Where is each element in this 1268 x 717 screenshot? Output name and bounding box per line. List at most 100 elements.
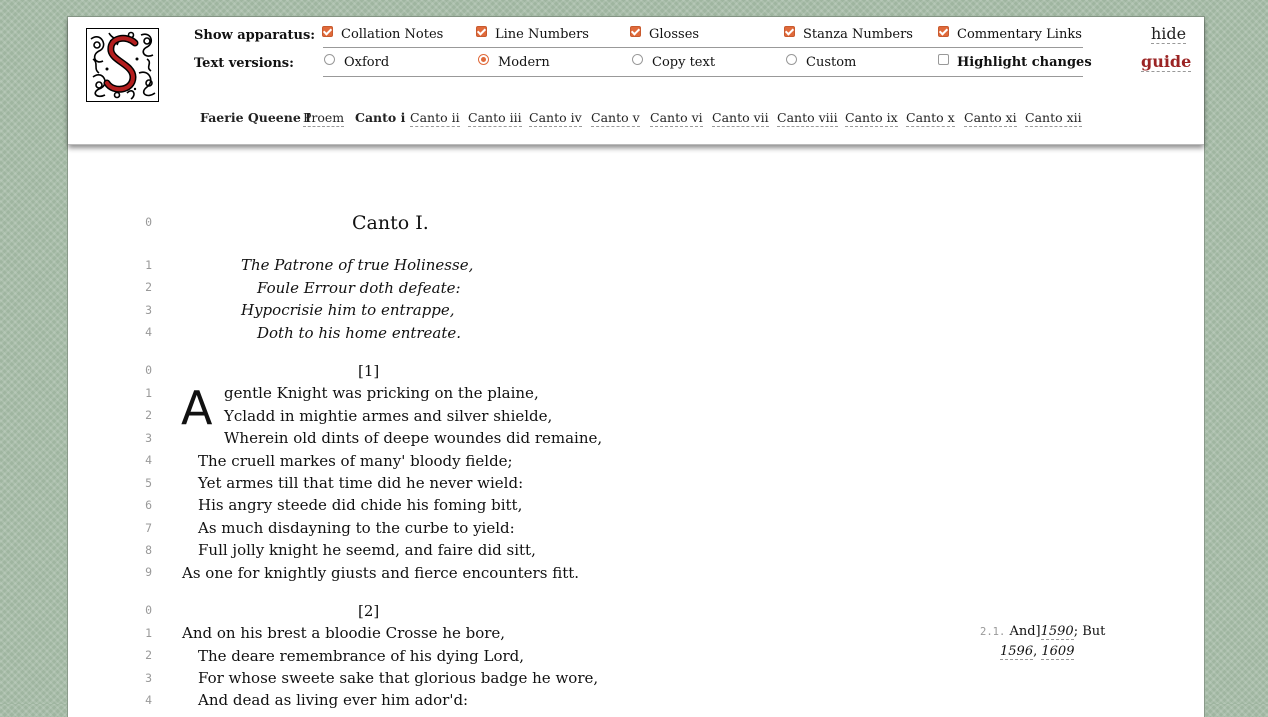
page: Show apparatus: Collation Notes Line Num… (67, 16, 1205, 717)
stanza-number: [2] (358, 602, 380, 620)
commentary-links-label: Commentary Links (957, 27, 1082, 42)
verse-line: Wherein old dints of deepe woundes did r… (224, 429, 603, 447)
copy-text-radio[interactable]: Copy text (632, 54, 716, 70)
control-panel: Show apparatus: Collation Notes Line Num… (68, 17, 1204, 145)
nav-book-title: Faerie Queene I (200, 110, 312, 125)
checkbox-checked-icon[interactable] (476, 26, 487, 37)
radio-icon[interactable] (632, 54, 643, 65)
checkbox-unchecked-icon[interactable] (938, 54, 949, 65)
line-number: 8 (145, 543, 152, 557)
glosses-checkbox[interactable]: Glosses (630, 26, 700, 42)
nav-canto-x[interactable]: Canto x (906, 110, 955, 127)
stanza-numbers-label: Stanza Numbers (803, 27, 913, 42)
verse-line: And dead as living ever him ador'd: (198, 691, 469, 709)
radio-icon[interactable] (786, 54, 797, 65)
decorated-initial-s-logo (86, 28, 159, 102)
verse-line: His angry steede did chide his foming bi… (198, 496, 523, 514)
canto-title: Canto I. (352, 212, 429, 234)
divider (323, 47, 1083, 48)
line-number: 3 (145, 671, 152, 685)
nav-canto-xi[interactable]: Canto xi (964, 110, 1017, 127)
line-numbers-label: Line Numbers (495, 27, 589, 42)
note-reading: But (1082, 624, 1106, 639)
witness-link[interactable]: 1609 (1041, 644, 1075, 660)
note-lemma: And] (1009, 624, 1041, 639)
nav-canto-v[interactable]: Canto v (591, 110, 640, 127)
line-number: 9 (145, 565, 152, 579)
verse-line: And on his brest a bloodie Crosse he bor… (182, 624, 506, 642)
nav-proem[interactable]: Proem (303, 110, 345, 127)
nav-canto-ix[interactable]: Canto ix (845, 110, 898, 127)
drop-cap: A (181, 381, 213, 435)
verse-line: The deare remembrance of his dying Lord, (198, 647, 525, 665)
checkbox-checked-icon[interactable] (322, 26, 333, 37)
oxford-radio[interactable]: Oxford (324, 54, 390, 70)
line-number: 2 (145, 408, 152, 422)
line-number: 3 (145, 303, 152, 317)
line-number: 2 (145, 648, 152, 662)
modern-label: Modern (498, 55, 550, 70)
line-number: 7 (145, 521, 152, 535)
commentary-links-checkbox[interactable]: Commentary Links (938, 26, 1082, 42)
verse-line: The cruell markes of many' bloody fielde… (198, 452, 513, 470)
radio-icon[interactable] (324, 54, 335, 65)
collation-notes-label: Collation Notes (341, 27, 444, 42)
nav-canto-xii[interactable]: Canto xii (1025, 110, 1082, 127)
collation-notes-checkbox[interactable]: Collation Notes (322, 26, 444, 42)
nav-canto-iii[interactable]: Canto iii (468, 110, 522, 127)
line-number: 1 (145, 258, 152, 272)
nav-canto-viii[interactable]: Canto viii (777, 110, 838, 127)
radio-selected-icon[interactable] (478, 54, 489, 65)
note-comma: , (1033, 644, 1038, 659)
line-numbers-checkbox[interactable]: Line Numbers (476, 26, 589, 42)
checkbox-checked-icon[interactable] (630, 26, 641, 37)
witness-link[interactable]: 1590 (1040, 624, 1074, 640)
custom-label: Custom (806, 55, 857, 70)
hide-link[interactable]: hide (1151, 25, 1187, 44)
divider (323, 76, 1083, 77)
verse-line: As one for knightly giusts and fierce en… (182, 564, 580, 582)
argument-line: The Patrone of true Holinesse, (241, 256, 474, 274)
witness-link[interactable]: 1596 (1000, 644, 1034, 660)
verse-line: Ycladd in mightie armes and silver shiel… (224, 407, 553, 425)
verse-line: gentle Knight was pricking on the plaine… (224, 384, 539, 402)
nav-canto-iv[interactable]: Canto iv (529, 110, 582, 127)
line-number: 2 (145, 280, 152, 294)
oxford-label: Oxford (344, 55, 390, 70)
custom-radio[interactable]: Custom (786, 54, 857, 70)
guide-link[interactable]: guide (1141, 53, 1192, 72)
nav-canto-i-current: Canto i (355, 110, 406, 125)
copy-text-label: Copy text (652, 55, 716, 70)
line-number: 0 (145, 215, 152, 229)
checkbox-checked-icon[interactable] (784, 26, 795, 37)
line-number: 0 (145, 363, 152, 377)
argument-line: Doth to his home entreate. (257, 324, 462, 342)
note-reference: 2.1. (980, 626, 1006, 638)
line-number: 1 (145, 386, 152, 400)
note-separator: ; (1073, 624, 1079, 639)
line-number: 5 (145, 476, 152, 490)
stanza-numbers-checkbox[interactable]: Stanza Numbers (784, 26, 913, 42)
text-versions-label: Text versions: (194, 56, 294, 71)
argument-line: Foule Errour doth defeate: (257, 279, 461, 297)
glosses-label: Glosses (649, 27, 700, 42)
checkbox-checked-icon[interactable] (938, 26, 949, 37)
line-number: 6 (145, 498, 152, 512)
nav-canto-ii[interactable]: Canto ii (410, 110, 460, 127)
line-number: 4 (145, 693, 152, 707)
verse-line: As much disdayning to the curbe to yield… (198, 519, 515, 537)
nav-canto-vii[interactable]: Canto vii (712, 110, 769, 127)
line-number: 1 (145, 626, 152, 640)
verse-line: Yet armes till that time did he never wi… (198, 474, 524, 492)
nav-canto-vi[interactable]: Canto vi (650, 110, 703, 127)
line-number: 4 (145, 325, 152, 339)
verse-line: For whose sweete sake that glorious badg… (198, 669, 599, 687)
verse-line: Full jolly knight he seemd, and faire di… (198, 541, 536, 559)
highlight-changes-label: Highlight changes (957, 55, 1092, 70)
stanza-number: [1] (358, 362, 380, 380)
apparatus-label: Show apparatus: (194, 28, 316, 43)
line-number: 4 (145, 453, 152, 467)
collation-note: 2.1. And]1590; But (980, 624, 1106, 640)
highlight-changes-checkbox[interactable]: Highlight changes (938, 54, 1092, 70)
modern-radio[interactable]: Modern (478, 54, 550, 70)
